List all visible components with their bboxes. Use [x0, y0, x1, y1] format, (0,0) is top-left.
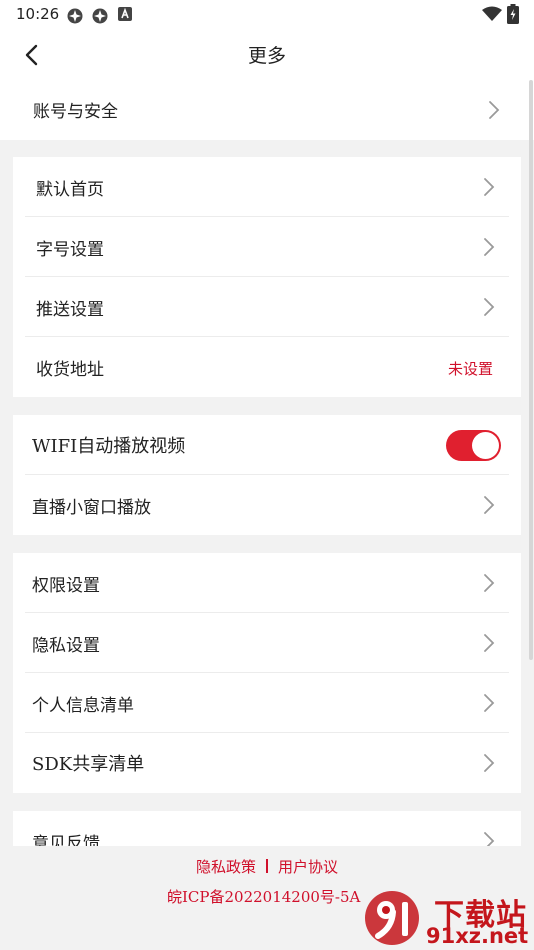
chevron-right-icon	[484, 694, 495, 712]
row-label: 账号与安全	[33, 102, 118, 122]
privacy-policy-link[interactable]: 隐私政策	[196, 858, 256, 876]
chevron-right-icon	[484, 298, 495, 316]
live-mini-window-row[interactable]: 直播小窗口播放	[13, 475, 521, 535]
app-a-icon	[118, 7, 132, 21]
row-label: 默认首页	[36, 180, 104, 200]
account-security-row[interactable]: 账号与安全	[0, 80, 534, 140]
page-title: 更多	[247, 45, 286, 67]
toggle-knob	[472, 432, 499, 459]
sdk-sharing-list-row[interactable]: SDK共享清单	[13, 733, 521, 793]
chevron-right-icon	[484, 574, 495, 592]
screen: 10:26 更多 账号与安全 默认首页 字号设置 推送设置 收货地址 未设置 W…	[0, 0, 534, 950]
shipping-address-row[interactable]: 收货地址 未设置	[13, 337, 521, 397]
wifi-autoplay-toggle[interactable]	[446, 430, 501, 461]
status-time: 10:26	[16, 5, 60, 23]
battery-icon	[507, 4, 519, 24]
default-home-row[interactable]: 默认首页	[13, 157, 521, 217]
row-label: 收货地址	[36, 360, 104, 380]
privacy-settings-row[interactable]: 隐私设置	[13, 613, 521, 673]
chevron-right-icon	[484, 178, 495, 196]
wifi-icon	[482, 6, 502, 21]
row-label: SDK共享清单	[32, 754, 145, 775]
scrollbar[interactable]	[529, 80, 533, 660]
settings-list[interactable]: 账号与安全 默认首页 字号设置 推送设置 收货地址 未设置 WIFI自动播放视频…	[0, 80, 534, 846]
row-label: 隐私设置	[32, 636, 100, 656]
font-size-row[interactable]: 字号设置	[13, 217, 521, 277]
chevron-right-icon	[484, 754, 495, 772]
row-label: WIFI自动播放视频	[32, 436, 186, 457]
row-label: 权限设置	[32, 576, 100, 596]
download-site-logo-icon	[365, 891, 419, 945]
permission-settings-row[interactable]: 权限设置	[13, 553, 521, 613]
app-notification-icon	[67, 8, 83, 24]
address-status: 未设置	[447, 360, 493, 378]
feedback-row[interactable]: 意见反馈	[13, 811, 521, 846]
wifi-autoplay-row: WIFI自动播放视频	[13, 415, 521, 475]
user-agreement-link[interactable]: 用户协议	[278, 858, 338, 876]
footer-links: 隐私政策 用户协议	[0, 856, 534, 877]
row-label: 个人信息清单	[32, 696, 134, 716]
chevron-right-icon	[484, 496, 495, 514]
personal-info-list-row[interactable]: 个人信息清单	[13, 673, 521, 733]
icp-license[interactable]: 皖ICP备2022014200号-5A	[167, 886, 360, 907]
row-label: 推送设置	[36, 300, 104, 320]
row-label: 直播小窗口播放	[32, 498, 151, 518]
watermark-url: 91xz.net	[426, 924, 529, 948]
link-separator	[266, 859, 268, 873]
settings-group-video: WIFI自动播放视频 直播小窗口播放	[13, 415, 521, 535]
app-notification-icon	[92, 8, 108, 24]
app-header: 更多	[0, 30, 534, 80]
status-bar: 10:26	[0, 0, 534, 30]
row-label: 意见反馈	[32, 834, 100, 846]
settings-group-privacy: 权限设置 隐私设置 个人信息清单 SDK共享清单	[13, 553, 521, 793]
settings-group-general: 默认首页 字号设置 推送设置 收货地址 未设置	[13, 157, 521, 397]
chevron-right-icon	[484, 238, 495, 256]
row-label: 字号设置	[36, 240, 104, 260]
push-settings-row[interactable]: 推送设置	[13, 277, 521, 337]
chevron-right-icon	[484, 832, 495, 846]
chevron-right-icon	[484, 634, 495, 652]
watermark: 下载站 91xz.net	[362, 888, 534, 950]
settings-group-feedback: 意见反馈	[13, 811, 521, 846]
chevron-right-icon	[489, 101, 500, 119]
